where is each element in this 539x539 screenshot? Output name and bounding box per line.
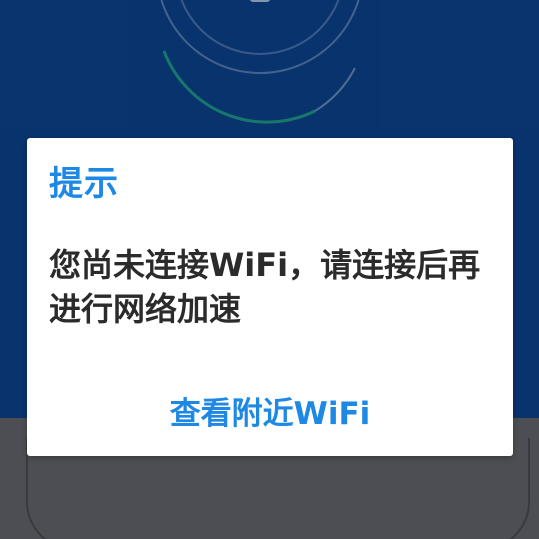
dialog-title: 提示	[49, 164, 119, 204]
dialog-message: 您尚未连接WiFi，请连接后再进行网络加速	[49, 246, 481, 328]
app-screen: 提示 您尚未连接WiFi，请连接后再进行网络加速 查看附近WiFi	[0, 0, 539, 539]
view-nearby-wifi-button[interactable]: 查看附近WiFi	[27, 392, 513, 436]
alert-dialog: 提示 您尚未连接WiFi，请连接后再进行网络加速 查看附近WiFi	[27, 138, 513, 456]
